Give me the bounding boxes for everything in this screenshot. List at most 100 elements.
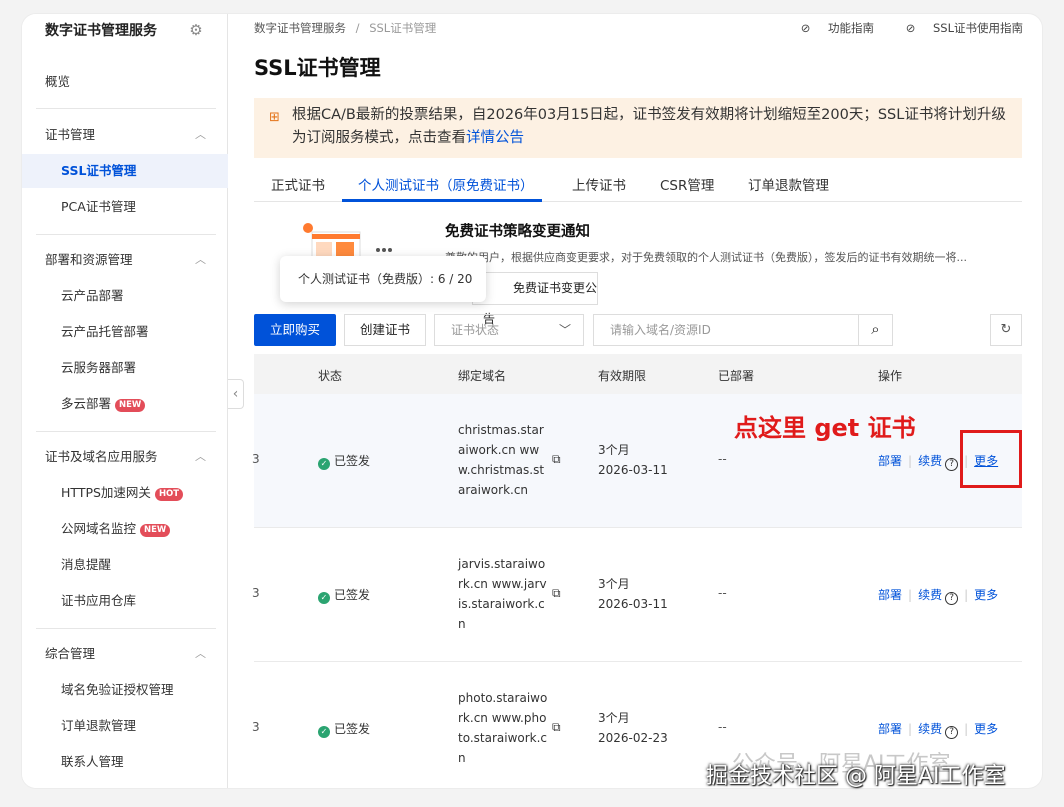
sidebar-item-managed-deploy[interactable]: 云产品托管部署 xyxy=(22,315,228,349)
status-text: 已签发 xyxy=(334,588,371,602)
tab-formal[interactable]: 正式证书 xyxy=(271,174,325,202)
item-label: HTTPS加速网关 xyxy=(61,485,151,500)
table-header: 状态 绑定域名 有效期限 已部署 操作 xyxy=(254,354,1022,394)
quota-tooltip: 个人测试证书（免费版）: 6 / 20 xyxy=(280,256,486,302)
expiry-date: 2026-02-23 xyxy=(598,731,668,745)
check-icon: ✓ xyxy=(318,726,330,738)
breadcrumb-separator: / xyxy=(355,21,360,35)
policy-change-button[interactable]: 免费证书变更公告 xyxy=(472,272,598,326)
app-window: 数字证书管理服务 ⚙ 概览 证书管理 ︿ SSL证书管理 PCA证书管理 部署和资… xyxy=(22,14,1042,788)
copy-icon[interactable]: ⧉ xyxy=(552,720,561,735)
deployed-cell: -- xyxy=(718,452,727,466)
sidebar-item-domain-monitor[interactable]: 公网域名监控 NEW xyxy=(22,512,228,546)
search-input[interactable]: 请输入域名/资源ID xyxy=(593,314,893,346)
deployed-cell: -- xyxy=(718,586,727,600)
sidebar-item-https-gateway[interactable]: HTTPS加速网关 HOT xyxy=(22,476,228,510)
separator: | xyxy=(908,722,913,736)
annotation-text: 点这里 get 证书 xyxy=(734,414,916,442)
divider xyxy=(36,431,216,432)
notice-link[interactable]: 详情公告 xyxy=(466,130,524,146)
gear-icon[interactable]: ⚙ xyxy=(188,22,204,38)
separator: | xyxy=(964,722,969,736)
group-label: 证书及域名应用服务 xyxy=(45,449,158,464)
tab-personal-test[interactable]: 个人测试证书（原免费证书） xyxy=(358,174,534,202)
top-links: ⊘ 功能指南 ⊘ SSL证书使用指南 xyxy=(773,20,1023,36)
deploy-link[interactable]: 部署 xyxy=(878,454,902,468)
sidebar-item-cert-repo[interactable]: 证书应用仓库 xyxy=(22,584,228,618)
sidebar-title: 数字证书管理服务 xyxy=(45,23,157,39)
sidebar-group-cert[interactable]: 证书管理 ︿ xyxy=(22,118,228,152)
check-icon: ✓ xyxy=(318,592,330,604)
sidebar-item-server-deploy[interactable]: 云服务器部署 xyxy=(22,351,228,385)
sidebar-item-contacts[interactable]: 联系人管理 xyxy=(22,745,228,779)
compass-icon: ⊘ xyxy=(800,21,815,35)
sidebar-collapse-button[interactable]: ‹ xyxy=(228,379,244,409)
select-placeholder: 证书状态 xyxy=(451,323,500,337)
col-period: 有效期限 xyxy=(598,369,647,383)
sidebar-item-refund[interactable]: 订单退款管理 xyxy=(22,709,228,743)
breadcrumb-root[interactable]: 数字证书管理服务 xyxy=(254,21,346,35)
create-cert-button[interactable]: 创建证书 xyxy=(344,314,426,346)
group-label: 证书管理 xyxy=(45,127,96,142)
new-badge: NEW xyxy=(115,399,146,412)
ssl-guide-link[interactable]: ⊘ SSL证书使用指南 xyxy=(892,21,1023,35)
breadcrumb: 数字证书管理服务 / SSL证书管理 xyxy=(254,20,436,36)
sidebar-item-overview[interactable]: 概览 xyxy=(22,65,228,99)
col-domain: 绑定域名 xyxy=(458,369,507,383)
sidebar-item-cloud-deploy[interactable]: 云产品部署 xyxy=(22,279,228,313)
sidebar-item-pca[interactable]: PCA证书管理 xyxy=(22,190,228,224)
sidebar-item-alerts[interactable]: 消息提醒 xyxy=(22,548,228,582)
status-select[interactable]: 证书状态 ﹀ xyxy=(434,314,584,346)
renew-link[interactable]: 续费 xyxy=(918,588,942,602)
check-icon: ✓ xyxy=(318,458,330,470)
col-status: 状态 xyxy=(318,369,343,383)
guide-link[interactable]: ⊘ 功能指南 xyxy=(787,21,874,35)
sidebar-item-ssl[interactable]: SSL证书管理 xyxy=(22,154,228,188)
separator: | xyxy=(908,588,913,602)
renew-link[interactable]: 续费 xyxy=(918,722,942,736)
sidebar-group-deploy[interactable]: 部署和资源管理 ︿ xyxy=(22,243,228,277)
link-label: 功能指南 xyxy=(828,21,875,35)
sidebar-item-domain-auth[interactable]: 域名免验证授权管理 xyxy=(22,673,228,707)
row-id-stub: 3 xyxy=(252,586,260,600)
expiry-date: 2026-03-11 xyxy=(598,597,668,611)
sidebar-group-app[interactable]: 证书及域名应用服务 ︿ xyxy=(22,440,228,474)
period-text: 3个月 xyxy=(598,577,630,591)
tab-refund[interactable]: 订单退款管理 xyxy=(748,174,829,202)
watermark: 掘金技术社区 @ 阿星AI工作室 xyxy=(706,764,1006,789)
deploy-link[interactable]: 部署 xyxy=(878,722,902,736)
chevron-up-icon: ︿ xyxy=(195,253,206,266)
item-label: 公网域名监控 xyxy=(61,521,137,536)
copy-icon[interactable]: ⧉ xyxy=(552,586,561,601)
copy-icon[interactable]: ⧉ xyxy=(552,452,561,467)
tab-csr[interactable]: CSR管理 xyxy=(660,174,714,202)
help-icon[interactable]: ? xyxy=(945,726,959,739)
sidebar-group-admin[interactable]: 综合管理 ︿ xyxy=(22,637,228,671)
gift-icon: ⊞ xyxy=(269,110,280,125)
deployed-cell: -- xyxy=(718,720,727,734)
renew-link[interactable]: 续费 xyxy=(918,454,942,468)
sidebar-item-multicloud[interactable]: 多云部署 NEW xyxy=(22,387,228,421)
more-link[interactable]: 更多 xyxy=(974,588,998,602)
help-icon[interactable]: ? xyxy=(945,592,959,605)
search-icon[interactable]: ⌕ xyxy=(858,314,892,346)
period-cell: 3个月 2026-02-23 xyxy=(598,708,668,748)
group-label: 部署和资源管理 xyxy=(45,252,133,267)
domain-cell: christmas.staraiwork.cn www.christmas.st… xyxy=(458,423,545,497)
actions-cell: 部署 | 续费? | 更多 xyxy=(878,720,998,739)
more-link[interactable]: 更多 xyxy=(974,722,998,736)
col-deployed: 已部署 xyxy=(718,369,755,383)
period-text: 3个月 xyxy=(598,443,630,457)
separator: | xyxy=(908,454,913,468)
divider xyxy=(36,108,216,109)
period-text: 3个月 xyxy=(598,711,630,725)
help-icon[interactable]: ? xyxy=(945,458,959,471)
deploy-link[interactable]: 部署 xyxy=(878,588,902,602)
tab-upload[interactable]: 上传证书 xyxy=(572,174,626,202)
row-id-stub: 3 xyxy=(252,452,260,466)
refresh-icon[interactable]: ↻ xyxy=(990,314,1022,346)
col-actions: 操作 xyxy=(878,369,903,383)
page-title: SSL证书管理 xyxy=(254,56,381,80)
buy-button[interactable]: 立即购买 xyxy=(254,314,336,346)
divider xyxy=(36,628,216,629)
